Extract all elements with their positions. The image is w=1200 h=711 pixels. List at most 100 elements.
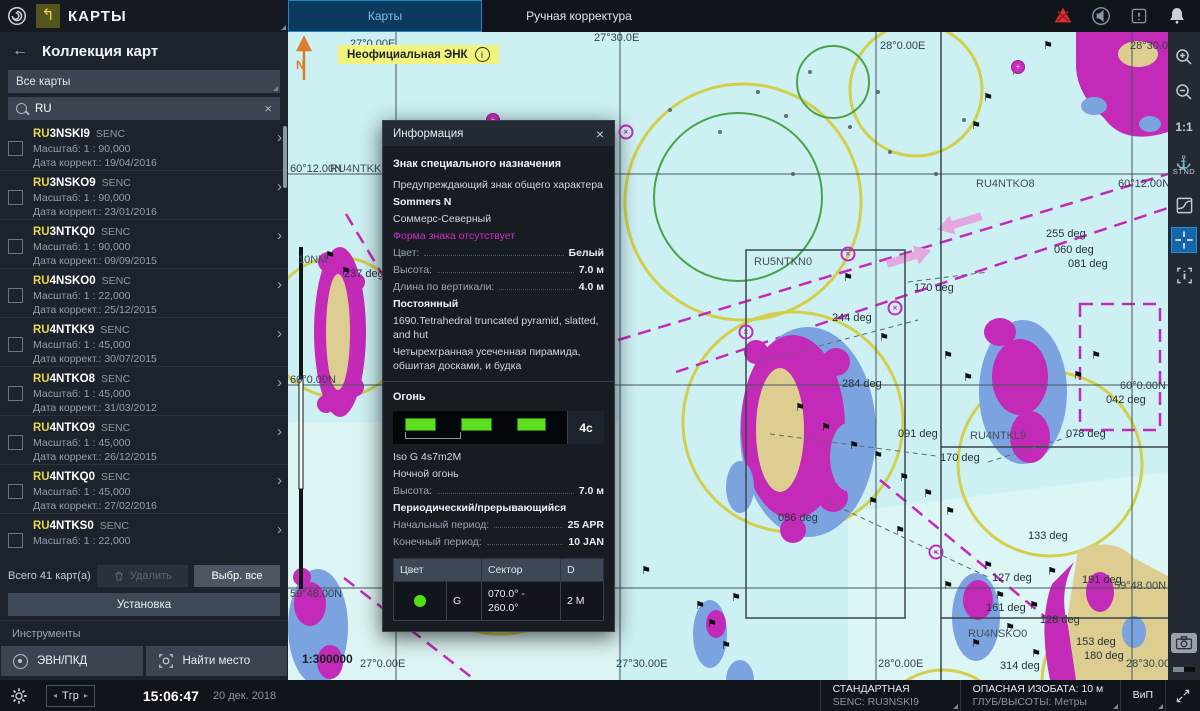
- beacon-icon[interactable]: ⚑: [641, 566, 651, 577]
- beacon-icon[interactable]: ⚑: [843, 273, 853, 284]
- unofficial-enc-badge[interactable]: Неофициальная ЭНК i: [338, 45, 499, 64]
- chart-list-item[interactable]: RU4NTKO9SENCМасштаб: 1 : 45,000Дата корр…: [0, 416, 288, 465]
- screenshot-camera-icon[interactable]: [1171, 633, 1197, 653]
- chevron-right-icon[interactable]: ›: [277, 472, 282, 489]
- search-input[interactable]: RU: [35, 103, 52, 115]
- settings-gear-icon[interactable]: [10, 687, 28, 705]
- chevron-right-icon[interactable]: ›: [277, 227, 282, 244]
- chart-list-item[interactable]: RU3NSKI9SENCМасштаб: 1 : 90,000Дата корр…: [0, 122, 288, 171]
- beacon-icon[interactable]: ⚑: [995, 591, 1005, 602]
- info-icon[interactable]: i: [475, 47, 490, 62]
- beacon-icon[interactable]: ⚑: [795, 403, 805, 414]
- scale-1-1-button[interactable]: 1:1: [1171, 114, 1197, 140]
- popup-header[interactable]: Информация ×: [383, 121, 614, 146]
- delete-button[interactable]: Удалить: [97, 565, 188, 587]
- beacon-icon[interactable]: ⚑: [1043, 41, 1053, 52]
- chart-list-item[interactable]: RU3NSKO9SENCМасштаб: 1 : 90,000Дата корр…: [0, 171, 288, 220]
- speaker-muted-icon[interactable]: [1090, 5, 1112, 27]
- object-info-popup[interactable]: Информация × Знак специального назначени…: [382, 120, 615, 632]
- tab-charts[interactable]: Карты: [288, 0, 482, 32]
- beacon-icon[interactable]: ⚑: [868, 497, 878, 508]
- clear-search-icon[interactable]: ×: [264, 101, 272, 116]
- beacon-icon[interactable]: ⚑: [895, 526, 905, 537]
- notifications-bell-icon[interactable]: [1166, 5, 1188, 27]
- vip-dropdown[interactable]: ВиП: [1120, 680, 1165, 711]
- hazard-icon[interactable]: ×: [739, 325, 754, 340]
- beacon-icon[interactable]: ⚑: [971, 121, 981, 132]
- motion-mode-selector[interactable]: ◂ Тгр ▸: [46, 685, 95, 707]
- install-button[interactable]: Установка: [8, 593, 280, 616]
- chevron-right-icon[interactable]: ›: [277, 521, 282, 538]
- beacon-icon[interactable]: ⚑: [695, 601, 705, 612]
- chart-checkbox[interactable]: [8, 386, 23, 401]
- beacon-icon[interactable]: ⚑: [707, 619, 717, 630]
- beacon-icon[interactable]: ⚑: [849, 441, 859, 452]
- back-arrow-icon[interactable]: ←: [12, 42, 28, 60]
- chart-filter-dropdown[interactable]: Все карты: [8, 70, 280, 93]
- beacon-icon[interactable]: ⚑: [899, 473, 909, 484]
- chevron-right-icon[interactable]: ›: [277, 374, 282, 391]
- beacon-icon[interactable]: ⚑: [983, 93, 993, 104]
- hazard-icon[interactable]: ×: [619, 125, 634, 140]
- beacon-icon[interactable]: ⚑: [1029, 601, 1039, 612]
- buoy-icon[interactable]: +: [1011, 60, 1025, 74]
- beacon-icon[interactable]: ⚑: [873, 451, 883, 462]
- chevron-right-icon[interactable]: ›: [277, 325, 282, 342]
- chart-list-item[interactable]: RU4NTKS0SENCМасштаб: 1 : 22,000›: [0, 514, 288, 562]
- beacon-icon[interactable]: ⚑: [1091, 351, 1101, 362]
- app-menu-area[interactable]: ↰ КАРТЫ: [0, 0, 288, 32]
- beacon-icon[interactable]: ⚑: [1047, 567, 1057, 578]
- beacon-icon[interactable]: ⚑: [963, 373, 973, 384]
- chart-list-item[interactable]: RU4NTKK9SENCМасштаб: 1 : 45,000Дата корр…: [0, 318, 288, 367]
- chart-list-item[interactable]: RU4NTKO8SENCМасштаб: 1 : 45,000Дата корр…: [0, 367, 288, 416]
- chart-checkbox[interactable]: [8, 435, 23, 450]
- chart-search-field[interactable]: RU ×: [8, 97, 280, 120]
- chart-checkbox[interactable]: [8, 190, 23, 205]
- tab-manual-correction[interactable]: Ручная корректура: [482, 0, 676, 32]
- alarm-triangle-icon[interactable]: [1052, 5, 1074, 27]
- hazard-icon[interactable]: ×: [888, 301, 903, 316]
- beacon-icon[interactable]: ⚑: [1031, 649, 1041, 660]
- find-place-button[interactable]: Найти место: [146, 646, 288, 676]
- chart-list-item[interactable]: RU4NTKQ0SENCМасштаб: 1 : 45,000Дата корр…: [0, 465, 288, 514]
- list-scrollbar[interactable]: [283, 126, 287, 188]
- select-all-button[interactable]: Выбр. все: [194, 565, 280, 587]
- safety-contour-dropdown[interactable]: ОПАСНАЯ ИЗОБАТА: 10 м ГЛУБ/ВЫСОТЫ: Метры: [960, 680, 1120, 711]
- chart-checkbox[interactable]: [8, 239, 23, 254]
- chart-list[interactable]: RU3NSKI9SENCМасштаб: 1 : 90,000Дата корр…: [0, 122, 288, 562]
- zoom-out-icon[interactable]: [1171, 79, 1197, 105]
- chart-checkbox[interactable]: [8, 141, 23, 156]
- beacon-icon[interactable]: ⚑: [731, 593, 741, 604]
- close-icon[interactable]: ×: [596, 126, 604, 142]
- chevron-right-icon[interactable]: ›: [277, 178, 282, 195]
- object-info-icon[interactable]: [1171, 262, 1197, 288]
- chart-checkbox[interactable]: [8, 533, 23, 548]
- beacon-icon[interactable]: ⚑: [943, 351, 953, 362]
- chart-checkbox[interactable]: [8, 288, 23, 303]
- zoom-in-icon[interactable]: [1171, 44, 1197, 70]
- standard-display-button[interactable]: ⚓ STND: [1171, 149, 1197, 183]
- beacon-icon[interactable]: ⚑: [923, 489, 933, 500]
- beacon-icon[interactable]: ⚑: [945, 507, 955, 518]
- chevron-right-icon[interactable]: ›: [277, 423, 282, 440]
- next-mode-icon[interactable]: ▸: [84, 691, 88, 700]
- chart-checkbox[interactable]: [8, 337, 23, 352]
- cursor-pick-button[interactable]: [1171, 227, 1197, 253]
- hazard-icon[interactable]: ×: [929, 545, 944, 560]
- chevron-right-icon[interactable]: ›: [277, 129, 282, 146]
- overview-icon[interactable]: [1171, 192, 1197, 218]
- chevron-right-icon[interactable]: ›: [277, 276, 282, 293]
- beacon-icon[interactable]: ⚑: [721, 641, 731, 652]
- chart-list-item[interactable]: RU3NTKQ0SENCМасштаб: 1 : 90,000Дата корр…: [0, 220, 288, 269]
- beacon-icon[interactable]: ⚑: [983, 561, 993, 572]
- prev-mode-icon[interactable]: ◂: [53, 691, 57, 700]
- chart-list-item[interactable]: RU4NSKO0SENCМасштаб: 1 : 22,000Дата корр…: [0, 269, 288, 318]
- chart-checkbox[interactable]: [8, 484, 23, 499]
- beacon-icon[interactable]: ⚑: [943, 581, 953, 592]
- back-up-button[interactable]: ↰: [36, 4, 60, 28]
- expand-fullscreen-icon[interactable]: [1165, 680, 1200, 711]
- alert-log-icon[interactable]: [1128, 5, 1150, 27]
- beacon-icon[interactable]: ⚑: [879, 333, 889, 344]
- evn-pkd-button[interactable]: ЭВН/ПКД: [1, 646, 143, 676]
- hazard-icon[interactable]: ×: [841, 247, 856, 262]
